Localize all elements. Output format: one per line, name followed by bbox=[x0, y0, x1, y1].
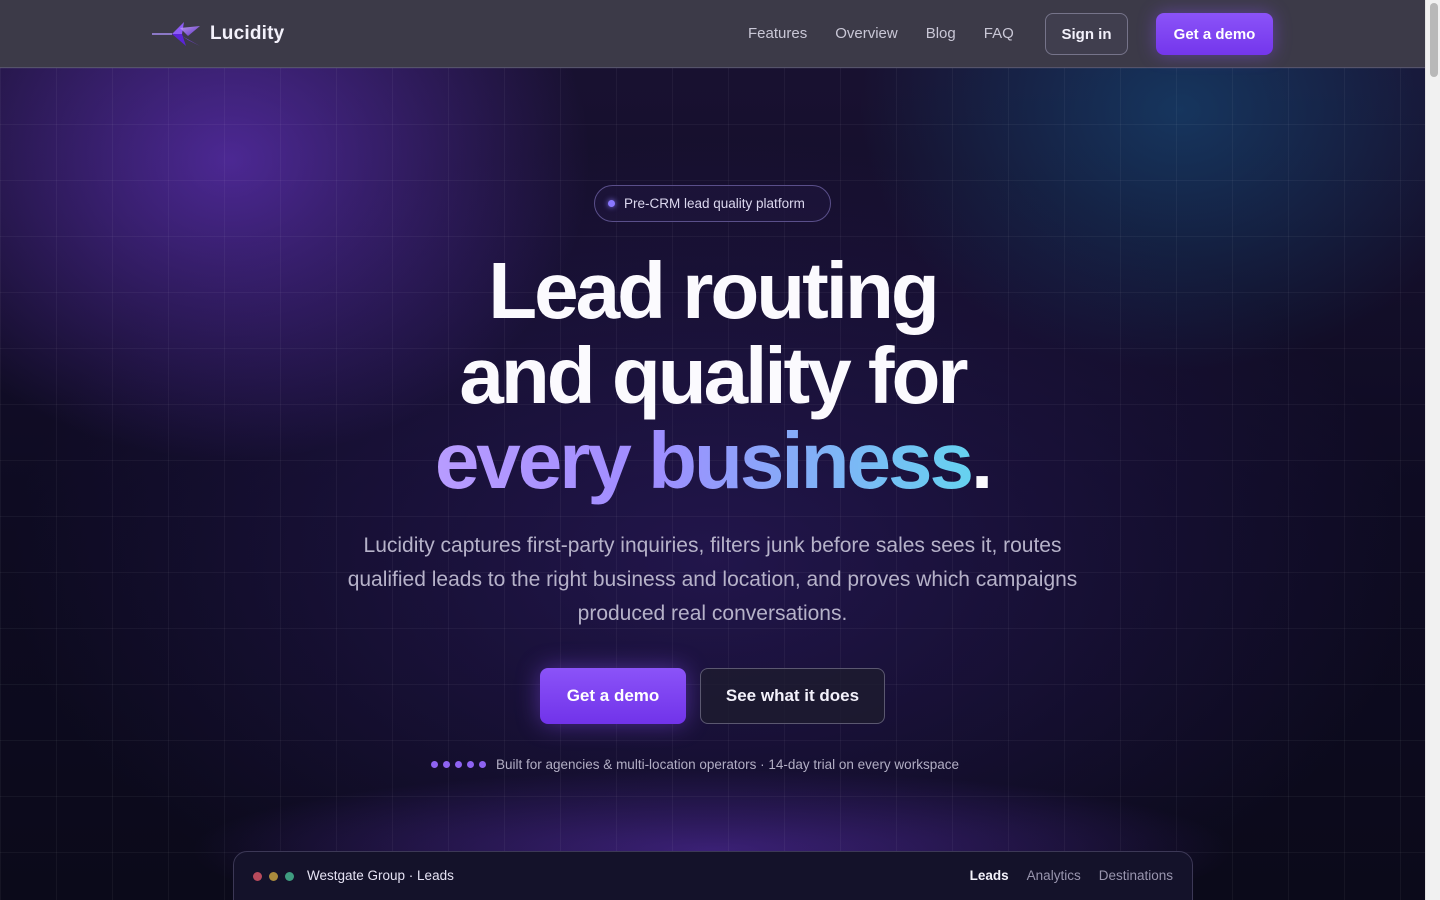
page: Lucidity Features Overview Blog FAQ Sign… bbox=[0, 0, 1425, 900]
top-navigation: Lucidity Features Overview Blog FAQ Sign… bbox=[0, 0, 1425, 68]
page-scrollbar[interactable] bbox=[1425, 0, 1440, 900]
preview-tabs: Leads Analytics Destinations bbox=[970, 868, 1173, 883]
window-controls bbox=[253, 872, 294, 881]
nav-get-demo-button[interactable]: Get a demo bbox=[1156, 13, 1273, 55]
trust-dots-icon bbox=[431, 760, 486, 768]
trust-line: Built for agencies & multi-location oper… bbox=[431, 755, 959, 773]
headline-accent: every business bbox=[434, 416, 974, 505]
trust-text: Built for agencies & multi-location oper… bbox=[496, 756, 959, 772]
brand-name: Lucidity bbox=[210, 23, 285, 44]
window-dot-green-icon bbox=[285, 872, 294, 881]
nav-link-features[interactable]: Features bbox=[748, 24, 807, 44]
nav-link-blog[interactable]: Blog bbox=[926, 24, 956, 44]
sign-in-button[interactable]: Sign in bbox=[1045, 13, 1128, 55]
hero-badge: Pre-CRM lead quality platform bbox=[594, 185, 831, 222]
nav-link-faq[interactable]: FAQ bbox=[984, 24, 1014, 44]
hero-subheadline: Lucidity captures first-party inquiries,… bbox=[347, 534, 1078, 625]
scrollbar-thumb[interactable] bbox=[1430, 3, 1438, 77]
brand-logo[interactable]: Lucidity bbox=[152, 18, 284, 50]
nav-link-overview[interactable]: Overview bbox=[835, 24, 898, 44]
window-dot-yellow-icon bbox=[269, 872, 278, 881]
badge-dot-icon bbox=[608, 200, 615, 207]
badge-label: Pre-CRM lead quality platform bbox=[624, 196, 805, 211]
headline-line-3: every business. bbox=[300, 418, 1125, 503]
nav-links: Features Overview Blog FAQ bbox=[748, 24, 1014, 44]
preview-title: Westgate Group · Leads bbox=[307, 868, 454, 883]
preview-tab-analytics[interactable]: Analytics bbox=[1027, 868, 1081, 883]
hero-get-demo-button[interactable]: Get a demo bbox=[540, 668, 686, 724]
headline-period: . bbox=[970, 416, 993, 505]
see-what-it-does-button[interactable]: See what it does bbox=[700, 668, 885, 724]
headline-line-2: and quality for bbox=[459, 331, 968, 420]
preview-tab-destinations[interactable]: Destinations bbox=[1099, 868, 1173, 883]
app-preview-window: Westgate Group · Leads Leads Analytics D… bbox=[233, 851, 1193, 900]
logo-prism-icon bbox=[152, 18, 202, 50]
preview-tab-leads[interactable]: Leads bbox=[970, 868, 1009, 883]
headline-line-1: Lead routing bbox=[488, 246, 939, 335]
hero-headline: Lead routing and quality for every busin… bbox=[300, 248, 1125, 503]
window-dot-red-icon bbox=[253, 872, 262, 881]
